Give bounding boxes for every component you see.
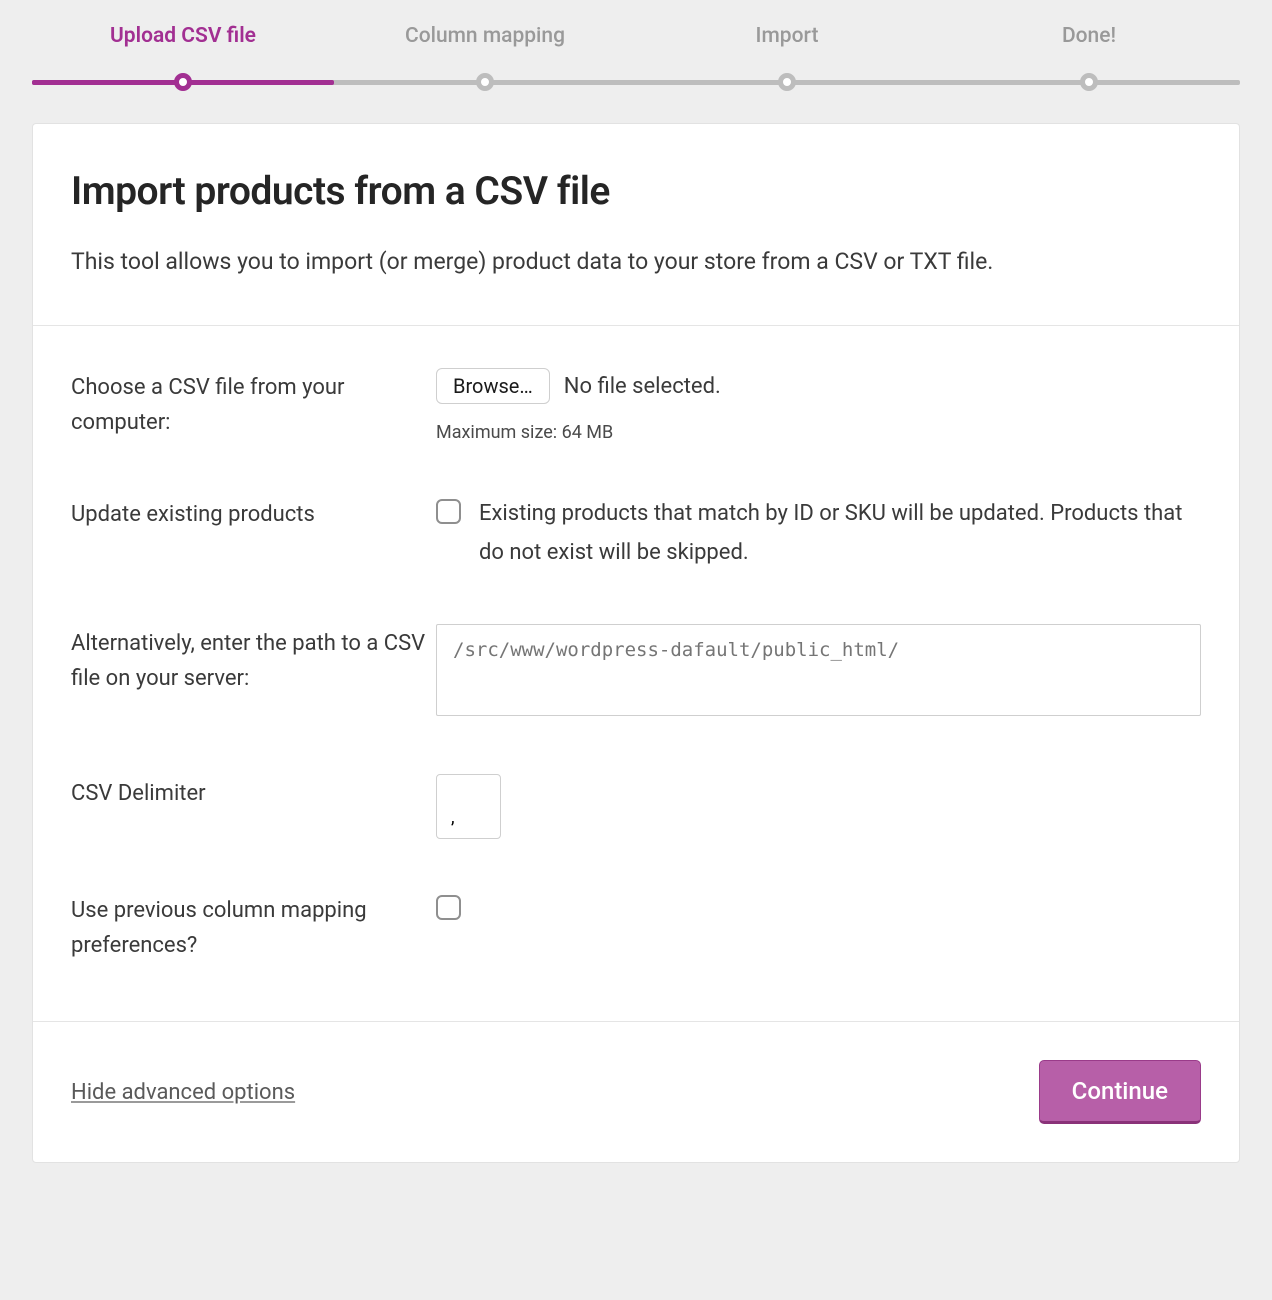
row-choose-file: Choose a CSV file from your computer: Br…	[71, 368, 1201, 443]
row-delimiter: CSV Delimiter	[71, 774, 1201, 839]
row-server-path: Alternatively, enter the path to a CSV f…	[71, 624, 1201, 722]
step-dot-done	[1080, 73, 1098, 91]
update-existing-checkbox[interactable]	[436, 499, 461, 524]
progress-track	[32, 80, 1240, 85]
previous-mapping-label: Use previous column mapping preferences?	[71, 891, 436, 963]
max-size-label: Maximum size: 64 MB	[436, 422, 1201, 443]
server-path-input[interactable]	[436, 624, 1201, 716]
server-path-label: Alternatively, enter the path to a CSV f…	[71, 624, 436, 696]
step-dot-upload	[174, 73, 192, 91]
advanced-options-link[interactable]: Hide advanced options	[71, 1080, 295, 1105]
file-status: No file selected.	[564, 374, 721, 399]
page-title: Import products from a CSV file	[71, 168, 1201, 214]
import-card: Import products from a CSV file This too…	[32, 123, 1240, 1163]
step-upload[interactable]: Upload CSV file	[32, 24, 334, 80]
card-footer: Hide advanced options Continue	[33, 1021, 1239, 1162]
update-existing-label: Update existing products	[71, 495, 436, 532]
step-mapping[interactable]: Column mapping	[334, 24, 636, 80]
row-update-existing: Update existing products Existing produc…	[71, 495, 1201, 572]
card-body: Choose a CSV file from your computer: Br…	[33, 326, 1239, 1021]
step-dot-import	[778, 73, 796, 91]
wizard-steps: Upload CSV file Column mapping Import Do…	[32, 0, 1240, 80]
update-existing-description: Existing products that match by ID or SK…	[479, 495, 1201, 572]
step-import[interactable]: Import	[636, 24, 938, 80]
page-description: This tool allows you to import (or merge…	[71, 242, 1201, 281]
step-done[interactable]: Done!	[938, 24, 1240, 80]
row-previous-mapping: Use previous column mapping preferences?	[71, 891, 1201, 963]
choose-file-label: Choose a CSV file from your computer:	[71, 368, 436, 440]
previous-mapping-checkbox[interactable]	[436, 895, 461, 920]
browse-button[interactable]: Browse…	[436, 368, 550, 404]
delimiter-input[interactable]	[436, 774, 501, 839]
step-dot-mapping	[476, 73, 494, 91]
delimiter-label: CSV Delimiter	[71, 774, 436, 811]
card-header: Import products from a CSV file This too…	[33, 124, 1239, 326]
continue-button[interactable]: Continue	[1039, 1060, 1201, 1124]
